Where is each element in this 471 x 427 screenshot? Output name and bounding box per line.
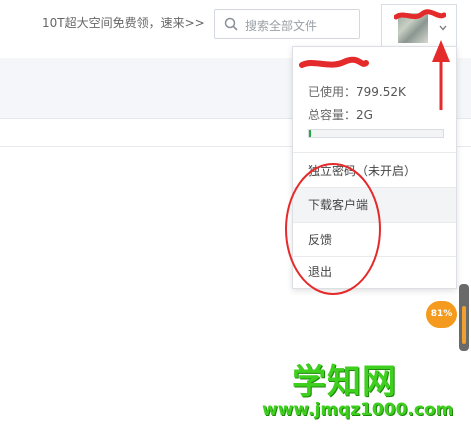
redaction-scribble <box>394 9 446 20</box>
search-input[interactable]: 搜索全部文件 <box>214 9 360 39</box>
storage-total-label: 总容量： <box>308 108 357 122</box>
watermark-title: 学知网 <box>292 362 397 402</box>
storage-used-value: 799.52K <box>356 85 406 99</box>
storage-progress-fill <box>309 130 311 137</box>
storage-progress-bar <box>308 129 444 138</box>
chevron-down-icon <box>439 25 447 31</box>
menu-item-download-client[interactable]: 下载客户端 <box>293 188 456 222</box>
top-bar: 10T超大空间免费领，速来>> 搜索全部文件 <box>0 0 471 48</box>
search-icon <box>224 17 238 31</box>
scrollbar[interactable] <box>459 284 469 351</box>
scrollbar-thumb[interactable] <box>462 306 466 344</box>
menu-divider <box>293 152 456 153</box>
storage-used: 已使用：799.52K <box>308 83 406 100</box>
storage-used-label: 已使用： <box>308 85 357 99</box>
storage-total-value: 2G <box>356 108 373 122</box>
menu-item-independent-password[interactable]: 独立密码（未开启） <box>293 154 456 188</box>
watermark-url: www.jmqz1000.com <box>262 400 454 420</box>
percentage-badge: 81% <box>426 301 457 328</box>
promo-link[interactable]: 10T超大空间免费领，速来>> <box>42 14 205 31</box>
search-placeholder: 搜索全部文件 <box>245 19 318 33</box>
menu-item-logout[interactable]: 退出 <box>293 255 456 289</box>
menu-item-feedback[interactable]: 反馈 <box>293 223 456 257</box>
user-menu-trigger[interactable] <box>381 4 457 46</box>
username-redaction <box>299 56 369 68</box>
user-dropdown-menu: 已使用：799.52K 总容量：2G 独立密码（未开启） 下载客户端 反馈 退出 <box>292 46 457 289</box>
storage-total: 总容量：2G <box>308 106 373 123</box>
